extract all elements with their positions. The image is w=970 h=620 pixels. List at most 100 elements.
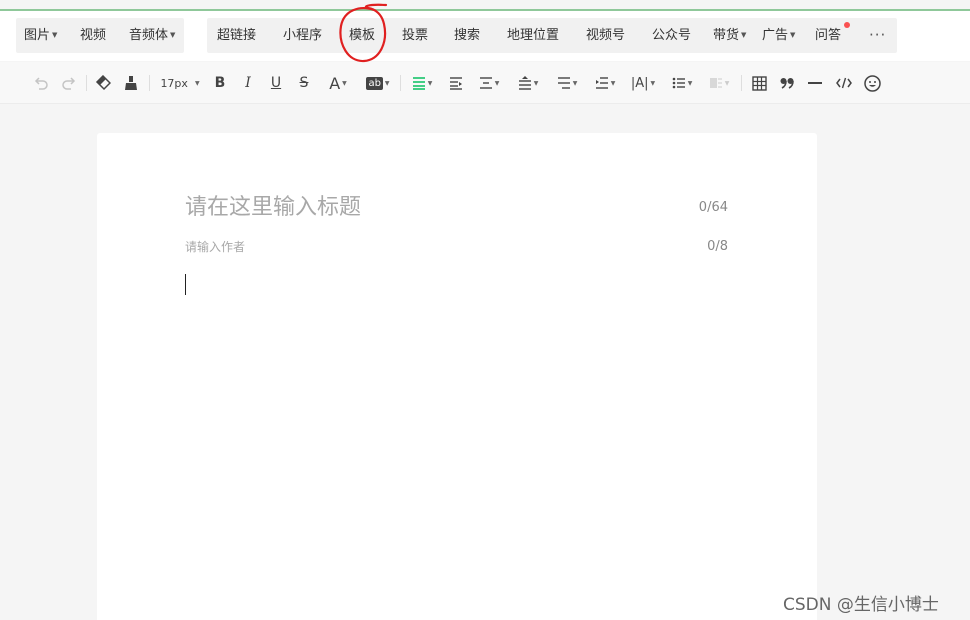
strikethrough-icon: S — [299, 75, 309, 91]
insert-search-label: 搜索 — [454, 28, 481, 43]
table-button[interactable] — [750, 72, 768, 94]
toolbar-divider — [741, 75, 742, 91]
insert-hyperlink-label: 超链接 — [217, 28, 257, 43]
font-size-select[interactable]: 17px ▼ — [158, 72, 202, 94]
divider-button[interactable] — [806, 72, 824, 94]
underline-button[interactable]: U — [268, 72, 284, 94]
align-button[interactable]: ▼ — [409, 72, 435, 94]
letter-spacing-icon: |A| — [630, 75, 649, 91]
paragraph-indent-icon — [595, 77, 608, 89]
emoji-button[interactable] — [862, 72, 882, 94]
line-spacing-icon — [479, 77, 492, 89]
insert-goods-label: 带货 — [713, 28, 740, 43]
redo-icon[interactable] — [60, 72, 78, 94]
quote-icon — [780, 78, 794, 89]
chevron-down-icon: ▼ — [572, 79, 578, 87]
more-button[interactable]: ··· — [869, 18, 886, 53]
insert-group-media: 图片 ▼ 视频 音频体 ▼ — [16, 18, 184, 53]
italic-button[interactable]: I — [240, 72, 256, 94]
font-color-icon: A — [329, 73, 341, 93]
insert-vote-label: 投票 — [402, 28, 429, 43]
emoji-icon — [863, 74, 881, 92]
bold-icon: B — [214, 75, 226, 91]
insert-official-account-label: 公众号 — [652, 28, 692, 43]
layout-icon — [709, 78, 722, 88]
undo-icon[interactable] — [32, 72, 50, 94]
insert-search-button[interactable]: 搜索 — [454, 18, 480, 53]
insert-template-button[interactable]: 模板 — [349, 18, 375, 53]
insert-vote-button[interactable]: 投票 — [402, 18, 428, 53]
code-icon — [836, 77, 852, 89]
new-badge-dot — [844, 22, 850, 28]
author-input[interactable] — [185, 238, 585, 256]
article-title-input[interactable] — [185, 192, 665, 222]
list-button[interactable]: ▼ — [668, 72, 696, 94]
chevron-down-icon: ▼ — [687, 79, 693, 87]
toolbar-divider — [86, 75, 87, 91]
chevron-down-icon: ▼ — [650, 79, 656, 87]
title-char-count: 0/64 — [698, 200, 728, 215]
italic-icon: I — [245, 75, 251, 91]
divider-icon — [808, 82, 822, 84]
format-toolbar: 17px ▼ B I U S A ▼ ab ▼ ▼ ▼ ▼ ▼ ▼ |A| ▼ ▼ ▼ — [0, 62, 970, 104]
more-icon: ··· — [869, 26, 887, 44]
insert-video-button[interactable]: 视频 — [80, 18, 106, 53]
code-button[interactable] — [834, 72, 854, 94]
insert-official-account-button[interactable]: 公众号 — [652, 18, 691, 53]
insert-location-button[interactable]: 地理位置 — [507, 18, 559, 53]
toolbar-divider — [149, 75, 150, 91]
highlight-button[interactable]: ab ▼ — [364, 72, 392, 94]
font-size-value: 17px — [160, 76, 188, 90]
insert-qa-label: 问答 — [815, 28, 842, 43]
insert-miniprogram-label: 小程序 — [283, 28, 323, 43]
insert-template-label: 模板 — [349, 28, 376, 43]
insert-location-label: 地理位置 — [507, 28, 560, 43]
paragraph-spacing-icon — [518, 76, 531, 90]
chevron-down-icon: ▼ — [741, 31, 747, 39]
chevron-down-icon: ▼ — [384, 79, 390, 87]
insert-group-content: 超链接 小程序 模板 投票 搜索 地理位置 视频号 公众号 带货 ▼ 广告 ▼ 问答… — [207, 18, 897, 53]
clear-format-icon[interactable] — [94, 72, 112, 94]
chevron-down-icon: ▼ — [494, 79, 500, 87]
insert-channels-button[interactable]: 视频号 — [586, 18, 625, 53]
chevron-down-icon: ▼ — [533, 79, 539, 87]
insert-ad-label: 广告 — [762, 28, 789, 43]
paragraph-indent-button[interactable]: ▼ — [591, 72, 619, 94]
insert-hyperlink-button[interactable]: 超链接 — [217, 18, 256, 53]
quote-button[interactable] — [778, 72, 796, 94]
letter-spacing-button[interactable]: |A| ▼ — [629, 72, 657, 94]
paragraph-spacing-button[interactable]: ▼ — [514, 72, 542, 94]
indent-icon — [450, 77, 462, 90]
font-color-button[interactable]: A ▼ — [325, 72, 351, 94]
chevron-down-icon: ▼ — [170, 31, 176, 39]
insert-image-button[interactable]: 图片 ▼ — [24, 18, 57, 53]
bold-button[interactable]: B — [212, 72, 228, 94]
layout-button[interactable]: ▼ — [705, 72, 733, 94]
insert-video-label: 视频 — [80, 28, 107, 43]
strikethrough-button[interactable]: S — [296, 72, 312, 94]
chevron-down-icon: ▼ — [342, 79, 347, 87]
body-text-cursor[interactable] — [185, 274, 186, 295]
chevron-down-icon: ▼ — [790, 31, 796, 39]
underline-icon: U — [270, 75, 282, 91]
indent-button[interactable] — [447, 72, 465, 94]
text-indent-button[interactable]: ▼ — [553, 72, 581, 94]
line-spacing-button[interactable]: ▼ — [475, 72, 503, 94]
insert-miniprogram-button[interactable]: 小程序 — [283, 18, 322, 53]
chevron-down-icon: ▼ — [724, 79, 730, 87]
text-indent-icon — [557, 77, 570, 89]
insert-goods-button[interactable]: 带货 ▼ — [713, 18, 746, 53]
insert-qa-button[interactable]: 问答 — [815, 18, 841, 53]
insert-audio-button[interactable]: 音频体 ▼ — [129, 18, 175, 53]
insert-ad-button[interactable]: 广告 ▼ — [762, 18, 795, 53]
list-icon — [672, 77, 685, 89]
watermark: CSDN @生信小博士 — [783, 595, 939, 615]
insert-channels-label: 视频号 — [586, 28, 626, 43]
author-char-count: 0/8 — [707, 239, 728, 254]
chevron-down-icon: ▼ — [427, 79, 433, 87]
chevron-down-icon: ▼ — [194, 79, 200, 87]
chevron-down-icon: ▼ — [610, 79, 616, 87]
highlight-icon: ab — [366, 76, 383, 90]
format-painter-icon[interactable] — [122, 72, 140, 94]
insert-image-label: 图片 — [24, 28, 51, 43]
